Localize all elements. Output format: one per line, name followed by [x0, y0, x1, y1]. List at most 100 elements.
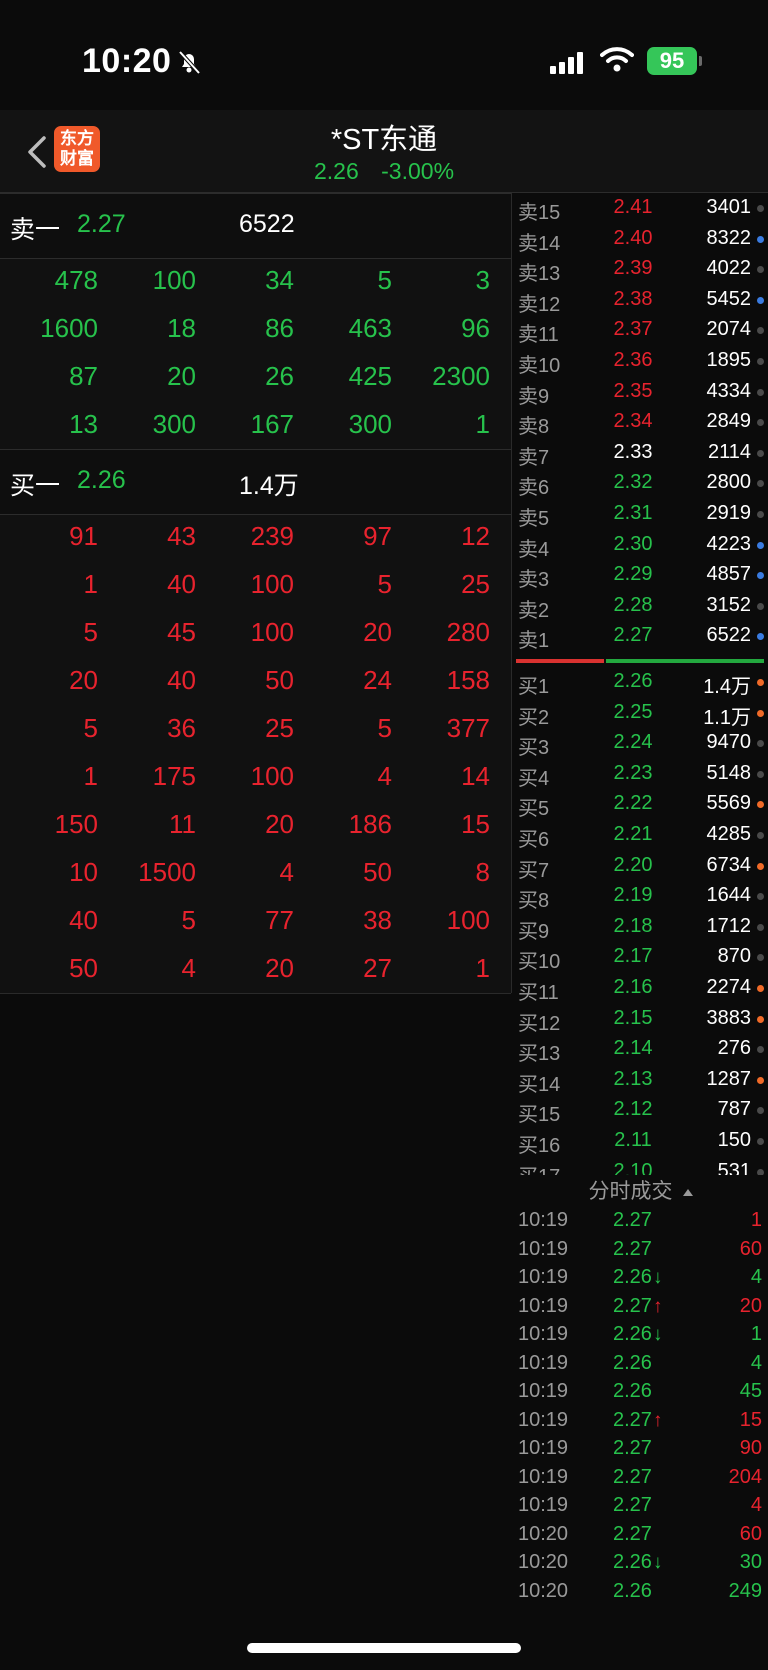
sell-one-label: 卖一 — [10, 216, 61, 244]
ask-level-row[interactable]: 卖5 2.31 2919 — [513, 499, 768, 530]
trade-time: 10:19 — [518, 1209, 569, 1231]
bid-level-row[interactable]: 买15 2.12 787 — [513, 1095, 768, 1126]
trade-row: 10:19 2.26 4 — [513, 1350, 768, 1379]
bid-level-row[interactable]: 买9 2.18 1712 — [513, 912, 768, 943]
buy-one-row[interactable]: 买一 2.26 1.4万 — [0, 449, 511, 515]
bid-level-row[interactable]: 买11 2.16 2274 — [513, 973, 768, 1004]
ask-level-row[interactable]: 卖6 2.32 2800 — [513, 468, 768, 499]
queue-cell: 5 — [83, 713, 98, 743]
queue-cell: 50 — [363, 857, 392, 887]
bid-level-row[interactable]: 买7 2.20 6734 — [513, 851, 768, 882]
bid-level-row[interactable]: 买6 2.21 4285 — [513, 820, 768, 851]
level-volume: 8322 — [706, 226, 752, 249]
trade-volume: 4 — [750, 1266, 762, 1288]
level-volume: 1644 — [706, 884, 752, 907]
trade-price: 2.27 — [613, 1237, 652, 1260]
trade-time: 10:20 — [518, 1522, 569, 1545]
queue-cell: 45 — [167, 617, 196, 647]
queue-cell: 50 — [69, 953, 98, 983]
level-price: 2.34 — [613, 410, 653, 433]
trade-time: 10:19 — [518, 1323, 569, 1345]
level-volume: 3152 — [706, 593, 752, 616]
sell-one-row[interactable]: 卖一 2.27 6522 — [0, 193, 511, 259]
level-label: 买10 — [518, 951, 561, 974]
ask-level-row[interactable]: 卖8 2.34 2849 — [513, 407, 768, 438]
tick-trades-panel[interactable]: 分时成交 10:19 2.27 1 10:19 2.27 60 10:19 2.26↓ 4 10:… — [513, 1175, 768, 1605]
level-label: 买15 — [518, 1104, 561, 1127]
order-book[interactable]: 卖15 2.41 3401 卖14 2.40 8322 卖13 2.39 4022 卖12 2.38… — [513, 193, 768, 1175]
level-volume: 6734 — [706, 853, 752, 876]
level-label: 卖14 — [518, 232, 561, 255]
level-price: 2.31 — [613, 502, 653, 524]
level-label: 卖13 — [518, 263, 561, 286]
trade-row: 10:20 2.27 60 — [513, 1521, 768, 1550]
trade-volume: 204 — [728, 1465, 762, 1488]
level-price: 2.33 — [613, 440, 653, 463]
level-volume: 5569 — [706, 792, 752, 815]
level-dot-icon — [757, 832, 764, 839]
ask-level-row[interactable]: 卖1 2.27 6522 — [513, 621, 768, 652]
ask-level-row[interactable]: 卖3 2.29 4857 — [513, 560, 768, 591]
ask-level-row[interactable]: 卖13 2.39 4022 — [513, 254, 768, 285]
ask-level-row[interactable]: 卖9 2.35 4334 — [513, 377, 768, 408]
sell-one-price: 2.27 — [77, 210, 126, 238]
queue-cell: 15 — [461, 809, 490, 839]
bid-level-row[interactable]: 买17 2.10 531 — [513, 1157, 768, 1175]
ask-level-row[interactable]: 卖14 2.40 8322 — [513, 224, 768, 255]
bid-level-row[interactable]: 买8 2.19 1644 — [513, 881, 768, 912]
level-volume: 5148 — [706, 761, 752, 784]
trade-volume: 1 — [750, 1209, 762, 1231]
level-price: 2.35 — [613, 379, 653, 402]
bid-level-row[interactable]: 买13 2.14 276 — [513, 1034, 768, 1065]
trade-price: 2.26 — [613, 1579, 652, 1602]
bid-level-row[interactable]: 买10 2.17 870 — [513, 942, 768, 973]
queue-cell: 34 — [265, 265, 294, 295]
level-label: 买8 — [518, 890, 550, 913]
level-dot-icon — [757, 449, 764, 457]
level-volume: 2114 — [707, 440, 751, 463]
level-price: 2.25 — [613, 700, 653, 723]
ask-level-row[interactable]: 卖2 2.28 3152 — [513, 591, 768, 622]
level-dot-icon — [757, 801, 764, 809]
queue-row: 20 40 50 24 158 — [0, 657, 511, 705]
ask-level-row[interactable]: 卖11 2.37 2074 — [513, 315, 768, 346]
ask-level-row[interactable]: 卖10 2.36 1895 — [513, 346, 768, 377]
level-volume: 2919 — [706, 502, 752, 524]
trade-volume: 15 — [739, 1408, 762, 1431]
ask-level-row[interactable]: 卖12 2.38 5452 — [513, 285, 768, 316]
queue-cell: 100 — [250, 761, 294, 791]
level-dot-icon — [757, 205, 764, 212]
level-price: 2.26 — [613, 670, 653, 692]
ask-level-row[interactable]: 卖15 2.41 3401 — [513, 193, 768, 224]
trade-time: 10:19 — [518, 1351, 569, 1374]
bid-level-row[interactable]: 买2 2.25 1.1万 — [513, 698, 768, 729]
queue-cell: 20 — [167, 361, 196, 391]
bid-level-row[interactable]: 买5 2.22 5569 — [513, 789, 768, 820]
trade-price: 2.27 — [613, 1494, 652, 1516]
level-dot-icon — [757, 388, 764, 396]
home-indicator[interactable] — [247, 1643, 521, 1653]
trade-direction-icon: ↑ — [652, 1409, 663, 1431]
trade-volume: 90 — [739, 1437, 762, 1459]
queue-cell: 20 — [265, 809, 294, 839]
bid-level-row[interactable]: 买1 2.26 1.4万 — [513, 667, 768, 698]
bid-level-row[interactable]: 买4 2.23 5148 — [513, 759, 768, 790]
bid-level-row[interactable]: 买3 2.24 9470 — [513, 728, 768, 759]
queue-row: 40 5 77 38 100 — [0, 897, 511, 945]
level-label: 买3 — [518, 737, 550, 760]
queue-cell: 24 — [363, 665, 392, 695]
ask-level-row[interactable]: 卖4 2.30 4223 — [513, 530, 768, 561]
trade-row: 10:19 2.27↑ 20 — [513, 1293, 768, 1322]
status-bar: 10:20 95 — [0, 0, 768, 110]
level-price: 2.29 — [613, 563, 653, 586]
bid-level-row[interactable]: 买12 2.15 3883 — [513, 1004, 768, 1035]
trade-volume: 4 — [750, 1494, 762, 1516]
level-label: 卖12 — [518, 293, 561, 316]
trade-price: 2.26↓ — [613, 1266, 663, 1288]
bid-level-row[interactable]: 买14 2.13 1287 — [513, 1065, 768, 1096]
queue-row: 10 1500 4 50 8 — [0, 849, 511, 897]
ask-level-row[interactable]: 卖7 2.33 2114 — [513, 438, 768, 469]
level-label: 买4 — [518, 767, 550, 790]
trades-header[interactable]: 分时成交 — [513, 1175, 768, 1205]
bid-level-row[interactable]: 买16 2.11 150 — [513, 1126, 768, 1157]
